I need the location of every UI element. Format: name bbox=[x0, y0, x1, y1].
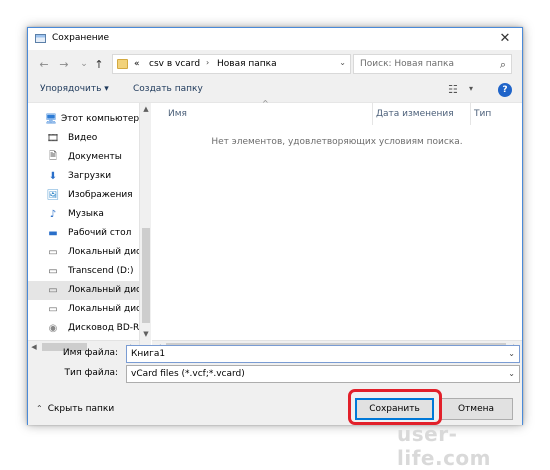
sidebar-item[interactable]: ♪ Музыка bbox=[28, 205, 139, 224]
watermark: user-life.com bbox=[397, 422, 492, 470]
music-folder-icon: ♪ bbox=[49, 208, 57, 220]
drive-icon: ▭ bbox=[48, 303, 58, 315]
navigation-pane: 🖥 Этот компьютер 🎞 Видео 🗎 Документы ⬇ Загрузки… bbox=[28, 103, 151, 352]
hide-folders-button[interactable]: ⌃ Скрыть папки bbox=[36, 404, 114, 414]
sidebar-item-label: Transcend (D:) bbox=[68, 266, 134, 276]
address-dropdown-icon[interactable]: ⌄ bbox=[339, 58, 346, 67]
scroll-left-icon[interactable]: ◀ bbox=[28, 341, 40, 352]
save-button-highlight bbox=[348, 389, 442, 425]
sidebar-item-label: Рабочий стол bbox=[68, 228, 132, 238]
sidebar-item-label: Загрузки bbox=[68, 171, 112, 181]
view-dropdown-icon[interactable]: ▾ bbox=[469, 84, 473, 93]
column-header-type[interactable]: Тип bbox=[474, 109, 491, 119]
sidebar-item[interactable]: ⬇ Загрузки bbox=[28, 167, 139, 186]
downloads-folder-icon: ⬇ bbox=[48, 170, 58, 182]
back-button[interactable]: ← bbox=[36, 56, 52, 72]
recent-locations-button[interactable]: ⌄ bbox=[76, 56, 92, 72]
filename-label: Имя файла: bbox=[62, 348, 118, 358]
sidebar-item[interactable]: ▭ Локальный дис bbox=[28, 243, 142, 262]
usb-drive-icon: ▭ bbox=[48, 265, 58, 277]
sidebar-item[interactable]: ▬ Рабочий стол bbox=[28, 224, 139, 243]
optical-drive-icon: ◉ bbox=[48, 322, 58, 334]
command-bar: Упорядочить ▾ Создать папку ☷ ▾ ? bbox=[28, 78, 522, 102]
dialog-footer: ⌃ Скрыть папки Сохранить Отмена bbox=[28, 394, 522, 425]
sidebar-item-label: Изображения bbox=[68, 190, 133, 200]
filetype-dropdown-icon[interactable]: ⌄ bbox=[508, 369, 515, 378]
help-icon[interactable]: ? bbox=[498, 83, 512, 97]
computer-icon: 🖥 bbox=[44, 113, 58, 125]
sidebar-item[interactable]: 🖼 Изображения bbox=[28, 186, 139, 205]
scroll-down-icon[interactable]: ▼ bbox=[140, 328, 151, 340]
new-folder-button[interactable]: Создать папку bbox=[133, 84, 203, 94]
breadcrumb-csv-vcard[interactable]: csv в vcard bbox=[149, 59, 200, 69]
sidebar-item-label: Локальный дис bbox=[68, 304, 142, 314]
sidebar-item-label: Видео bbox=[68, 133, 98, 143]
breadcrumb-separator-icon[interactable]: › bbox=[206, 58, 209, 67]
address-bar[interactable]: « csv в vcard › Новая папка ⌄ bbox=[112, 54, 351, 74]
sidebar-item[interactable]: ◉ Дисковод BD-R( bbox=[28, 319, 143, 338]
title-bar: Сохранение ✕ bbox=[28, 28, 522, 50]
column-divider[interactable] bbox=[372, 103, 373, 125]
column-header-date[interactable]: Дата изменения bbox=[376, 109, 454, 119]
drive-icon: ▭ bbox=[48, 284, 58, 296]
window-title: Сохранение bbox=[52, 33, 110, 43]
organize-menu[interactable]: Упорядочить ▾ bbox=[40, 84, 109, 94]
filename-dropdown-icon[interactable]: ⌄ bbox=[508, 349, 515, 358]
browser-area: 🖥 Этот компьютер 🎞 Видео 🗎 Документы ⬇ Загрузки… bbox=[28, 99, 522, 352]
navigation-vertical-scrollbar[interactable]: ▲ ▼ bbox=[139, 103, 151, 352]
close-button[interactable]: ✕ bbox=[492, 30, 518, 47]
sidebar-item-label: Документы bbox=[68, 152, 122, 162]
sidebar-item-label: Локальный дис bbox=[68, 247, 142, 257]
chevron-up-icon: ⌃ bbox=[36, 404, 43, 413]
sidebar-item[interactable]: 🎞 Видео bbox=[28, 129, 139, 148]
pictures-folder-icon: 🖼 bbox=[46, 189, 60, 201]
sidebar-item-label: Дисковод BD-R( bbox=[68, 323, 143, 333]
filetype-select[interactable]: vCard files (*.vcf;*.vcard) ⌄ bbox=[126, 365, 520, 383]
cancel-button[interactable]: Отмена bbox=[439, 398, 513, 420]
drive-icon: ▭ bbox=[48, 246, 58, 258]
scrollbar-thumb[interactable] bbox=[142, 228, 150, 323]
search-box[interactable]: Поиск: Новая папка ⌕ bbox=[353, 54, 512, 74]
sidebar-item-label: Этот компьютер bbox=[61, 114, 140, 124]
filetype-label: Тип файла: bbox=[64, 368, 118, 378]
search-input[interactable]: Поиск: Новая папка bbox=[360, 59, 454, 69]
column-header-name[interactable]: Имя bbox=[168, 109, 187, 119]
sidebar-item[interactable]: ▭ Локальный дис bbox=[28, 300, 142, 319]
video-folder-icon: 🎞 bbox=[46, 132, 60, 144]
documents-folder-icon: 🗎 bbox=[48, 150, 58, 162]
forward-button[interactable]: → bbox=[56, 56, 72, 72]
sidebar-item[interactable]: 🖥 Этот компьютер bbox=[28, 110, 139, 129]
file-list: ^ Имя Дата изменения Тип Нет элементов, … bbox=[152, 99, 522, 352]
folder-icon bbox=[117, 59, 128, 69]
sort-indicator-icon: ^ bbox=[262, 99, 269, 108]
save-dialog: Сохранение ✕ ← → ⌄ ↑ « csv в vcard › Нов… bbox=[27, 27, 523, 425]
filename-field[interactable]: Книга1 ⌄ bbox=[126, 345, 520, 363]
sidebar-item[interactable]: 🗎 Документы bbox=[28, 148, 139, 167]
filename-value[interactable]: Книга1 bbox=[131, 349, 165, 359]
sidebar-item-label: Музыка bbox=[68, 209, 104, 219]
sidebar-item[interactable]: ▭ Локальный дис bbox=[28, 281, 142, 300]
breadcrumb-new-folder[interactable]: Новая папка bbox=[217, 59, 277, 69]
dialog-icon bbox=[35, 34, 46, 43]
breadcrumb-overflow[interactable]: « bbox=[134, 59, 140, 69]
search-icon: ⌕ bbox=[499, 58, 506, 71]
view-options-icon[interactable]: ☷ bbox=[448, 83, 458, 96]
filetype-value[interactable]: vCard files (*.vcf;*.vcard) bbox=[131, 369, 245, 379]
empty-folder-message: Нет элементов, удовлетворяющих условиям … bbox=[211, 137, 463, 147]
sidebar-item[interactable]: ▭ Transcend (D:) bbox=[28, 262, 139, 281]
up-button[interactable]: ↑ bbox=[91, 56, 107, 72]
scroll-up-icon[interactable]: ▲ bbox=[140, 103, 151, 115]
column-divider[interactable] bbox=[470, 103, 471, 125]
navigation-bar: ← → ⌄ ↑ « csv в vcard › Новая папка ⌄ По… bbox=[28, 50, 522, 78]
desktop-folder-icon: ▬ bbox=[48, 227, 58, 239]
sidebar-item-label: Локальный дис bbox=[68, 285, 142, 295]
hide-folders-label: Скрыть папки bbox=[47, 404, 115, 414]
